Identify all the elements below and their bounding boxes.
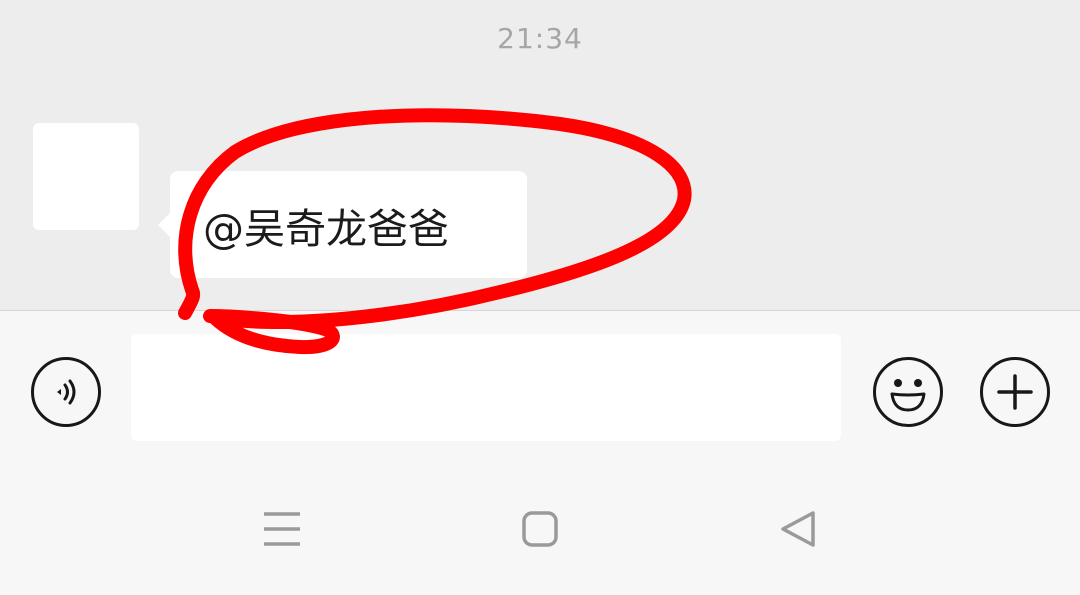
nav-home-button[interactable] [500,489,580,569]
message-bubble[interactable]: @吴奇龙爸爸 [170,171,527,278]
message-input[interactable] [131,334,841,441]
input-bar [0,310,1080,460]
message-list[interactable]: 21:34 @吴奇龙爸爸 [0,0,1080,310]
home-icon [522,511,558,547]
more-button[interactable] [980,357,1050,427]
chat-screen: 21:34 @吴奇龙爸爸 [0,0,1080,595]
plus-icon [997,374,1033,410]
message-timestamp: 21:34 [497,22,583,55]
back-icon [781,511,815,547]
menu-icon [264,512,300,546]
voice-icon [57,379,76,405]
message-text: @吴奇龙爸爸 [203,204,449,253]
voice-button[interactable] [31,357,101,427]
nav-menu-button[interactable] [242,489,322,569]
navigation-bar [0,460,1080,595]
nav-back-button[interactable] [757,489,837,569]
emoji-button[interactable] [873,357,943,427]
emoji-icon [890,379,926,412]
avatar[interactable] [33,123,139,230]
